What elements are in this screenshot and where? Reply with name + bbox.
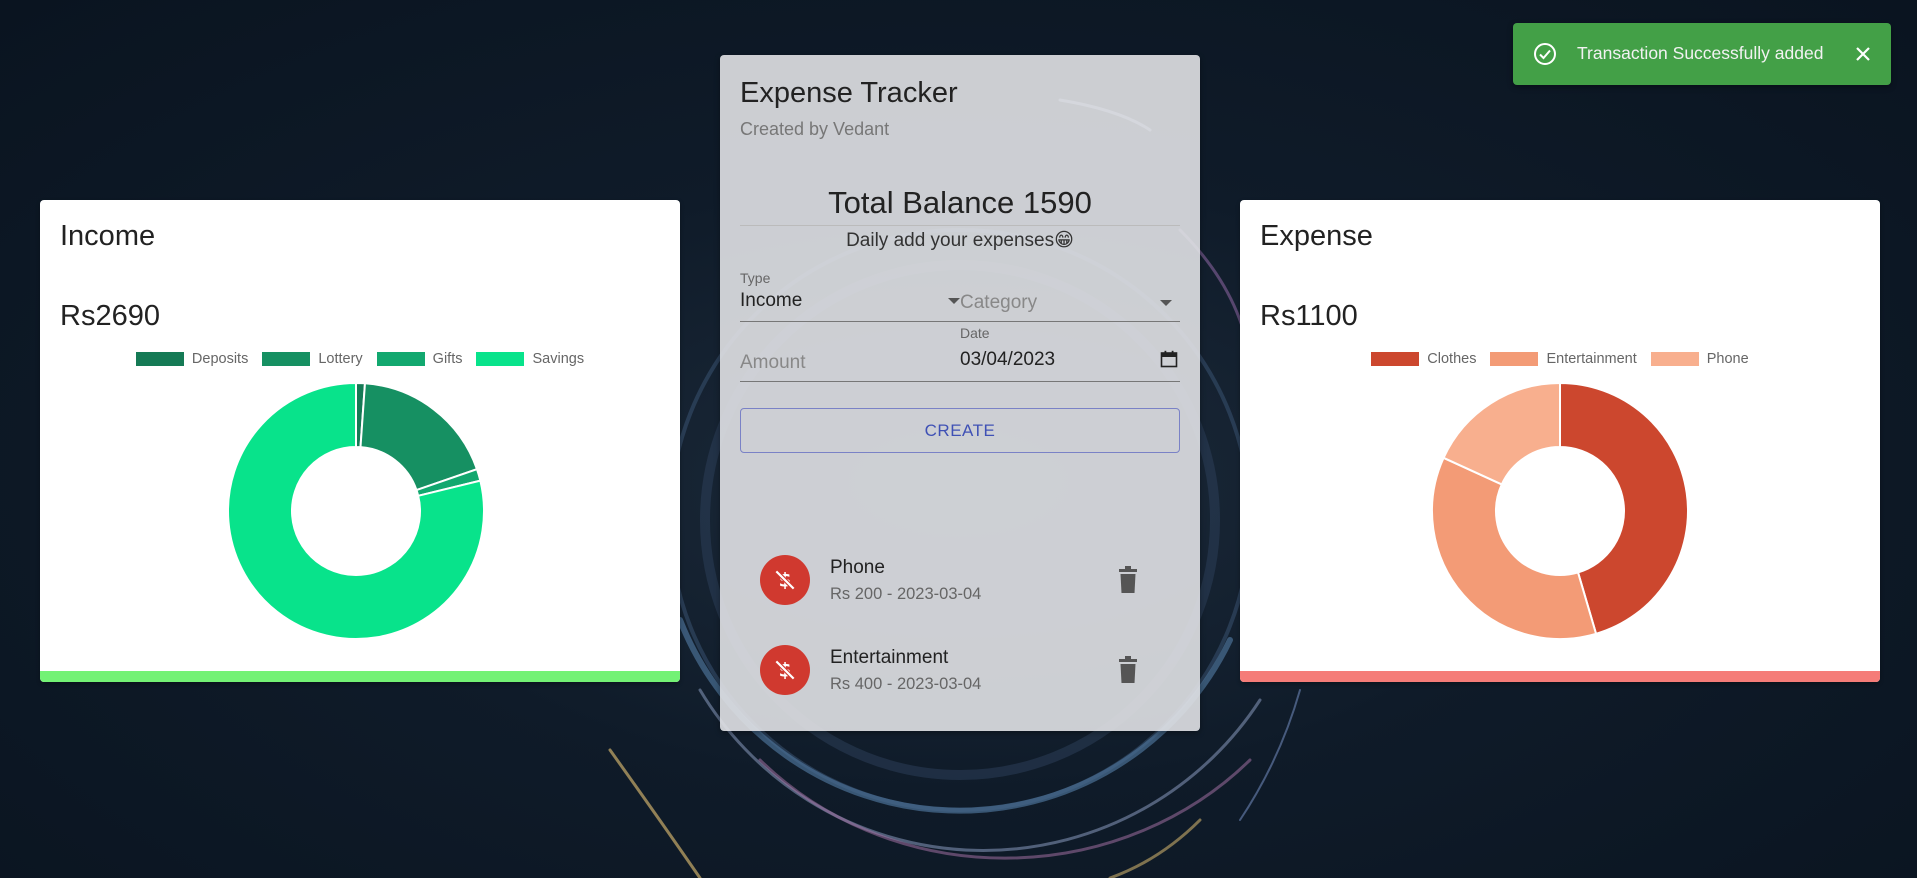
type-value: Income <box>740 290 803 311</box>
legend-swatch <box>262 352 311 366</box>
date-value: 03/04/2023 <box>960 349 1056 370</box>
expense-donut-chart <box>1431 381 1689 640</box>
income-title: Income <box>60 220 156 252</box>
chevron-down-icon <box>1160 300 1172 306</box>
daily-hint: Daily add your expenses😁 <box>846 230 1074 251</box>
delete-icon[interactable] <box>1116 656 1140 684</box>
income-amount: Rs2690 <box>60 300 160 332</box>
list-item: $ Entertainment Rs 400 - 2023-03-04 <box>740 635 1140 705</box>
transaction-list[interactable]: $ Phone Rs 200 - 2023-03-04 $ <box>740 495 1180 705</box>
income-legend-item[interactable]: Lottery <box>262 351 363 367</box>
type-select[interactable]: Type Income <box>740 270 960 322</box>
chevron-down-icon <box>948 298 960 304</box>
income-slice-lottery[interactable] <box>359 382 479 492</box>
expense-title: Expense <box>1260 220 1373 252</box>
expense-slice-entertainment[interactable] <box>1431 456 1598 640</box>
income-legend-item[interactable]: Gifts <box>376 351 463 367</box>
app-title: Expense Tracker <box>740 77 958 109</box>
legend-label: Clothes <box>1427 351 1477 367</box>
expense-legend-item[interactable]: Entertainment <box>1490 351 1637 367</box>
legend-label: Entertainment <box>1546 351 1637 367</box>
calendar-icon[interactable] <box>1160 350 1178 368</box>
close-icon[interactable] <box>1853 44 1873 64</box>
legend-swatch <box>1650 352 1699 366</box>
expense-legend-item[interactable]: Clothes <box>1371 351 1476 367</box>
date-input[interactable]: Date 03/04/2023 <box>960 325 1180 382</box>
check-circle-icon <box>1534 43 1556 65</box>
expense-legend: Clothes Entertainment Phone <box>1240 351 1880 367</box>
total-balance: Total Balance 1590 <box>740 185 1180 226</box>
legend-swatch <box>376 352 425 366</box>
expense-card: Expense Rs1100 Clothes Entertainment Phone <box>1240 200 1880 682</box>
toast-notification: Transaction Successfully added <box>1513 23 1891 85</box>
legend-swatch <box>476 352 525 366</box>
legend-label: Savings <box>532 351 585 367</box>
expense-legend-item[interactable]: Phone <box>1650 351 1749 367</box>
income-legend-item[interactable]: Savings <box>476 351 584 367</box>
expense-accent-bar <box>1240 671 1880 682</box>
legend-swatch <box>1371 352 1420 366</box>
toast-message: Transaction Successfully added <box>1577 43 1824 63</box>
transaction-meta: Rs 400 - 2023-03-04 <box>830 675 982 693</box>
app-subtitle: Created by Vedant <box>740 119 890 139</box>
income-accent-bar <box>40 671 680 682</box>
create-button[interactable]: CREATE <box>740 408 1180 453</box>
money-off-icon: $ <box>760 555 810 605</box>
legend-label: Phone <box>1706 351 1749 367</box>
legend-swatch <box>1490 352 1539 366</box>
list-item: $ Phone Rs 200 - 2023-03-04 <box>740 545 1140 615</box>
income-donut-chart <box>227 381 485 640</box>
delete-icon[interactable] <box>1116 566 1140 594</box>
category-select[interactable]: Category <box>960 270 1180 322</box>
legend-label: Gifts <box>432 351 463 367</box>
transaction-name: Phone <box>830 557 885 578</box>
category-placeholder: Category <box>960 292 1038 313</box>
amount-input[interactable]: Amount <box>740 330 960 382</box>
expense-tracker-panel: Expense Tracker Created by Vedant Total … <box>720 55 1200 731</box>
date-label: Date <box>960 325 990 341</box>
legend-swatch <box>135 352 184 366</box>
income-card: Income Rs2690 Deposits Lottery Gifts Saving… <box>40 200 680 682</box>
transaction-meta: Rs 200 - 2023-03-04 <box>830 585 982 603</box>
income-legend-item[interactable]: Deposits <box>135 351 249 367</box>
money-off-icon: $ <box>760 645 810 695</box>
amount-placeholder: Amount <box>740 352 806 373</box>
legend-label: Deposits <box>191 351 249 367</box>
legend-label: Lottery <box>318 351 363 367</box>
expense-amount: Rs1100 <box>1260 300 1358 332</box>
income-legend: Deposits Lottery Gifts Savings <box>40 351 680 367</box>
type-label: Type <box>740 270 771 286</box>
transaction-name: Entertainment <box>830 647 949 668</box>
